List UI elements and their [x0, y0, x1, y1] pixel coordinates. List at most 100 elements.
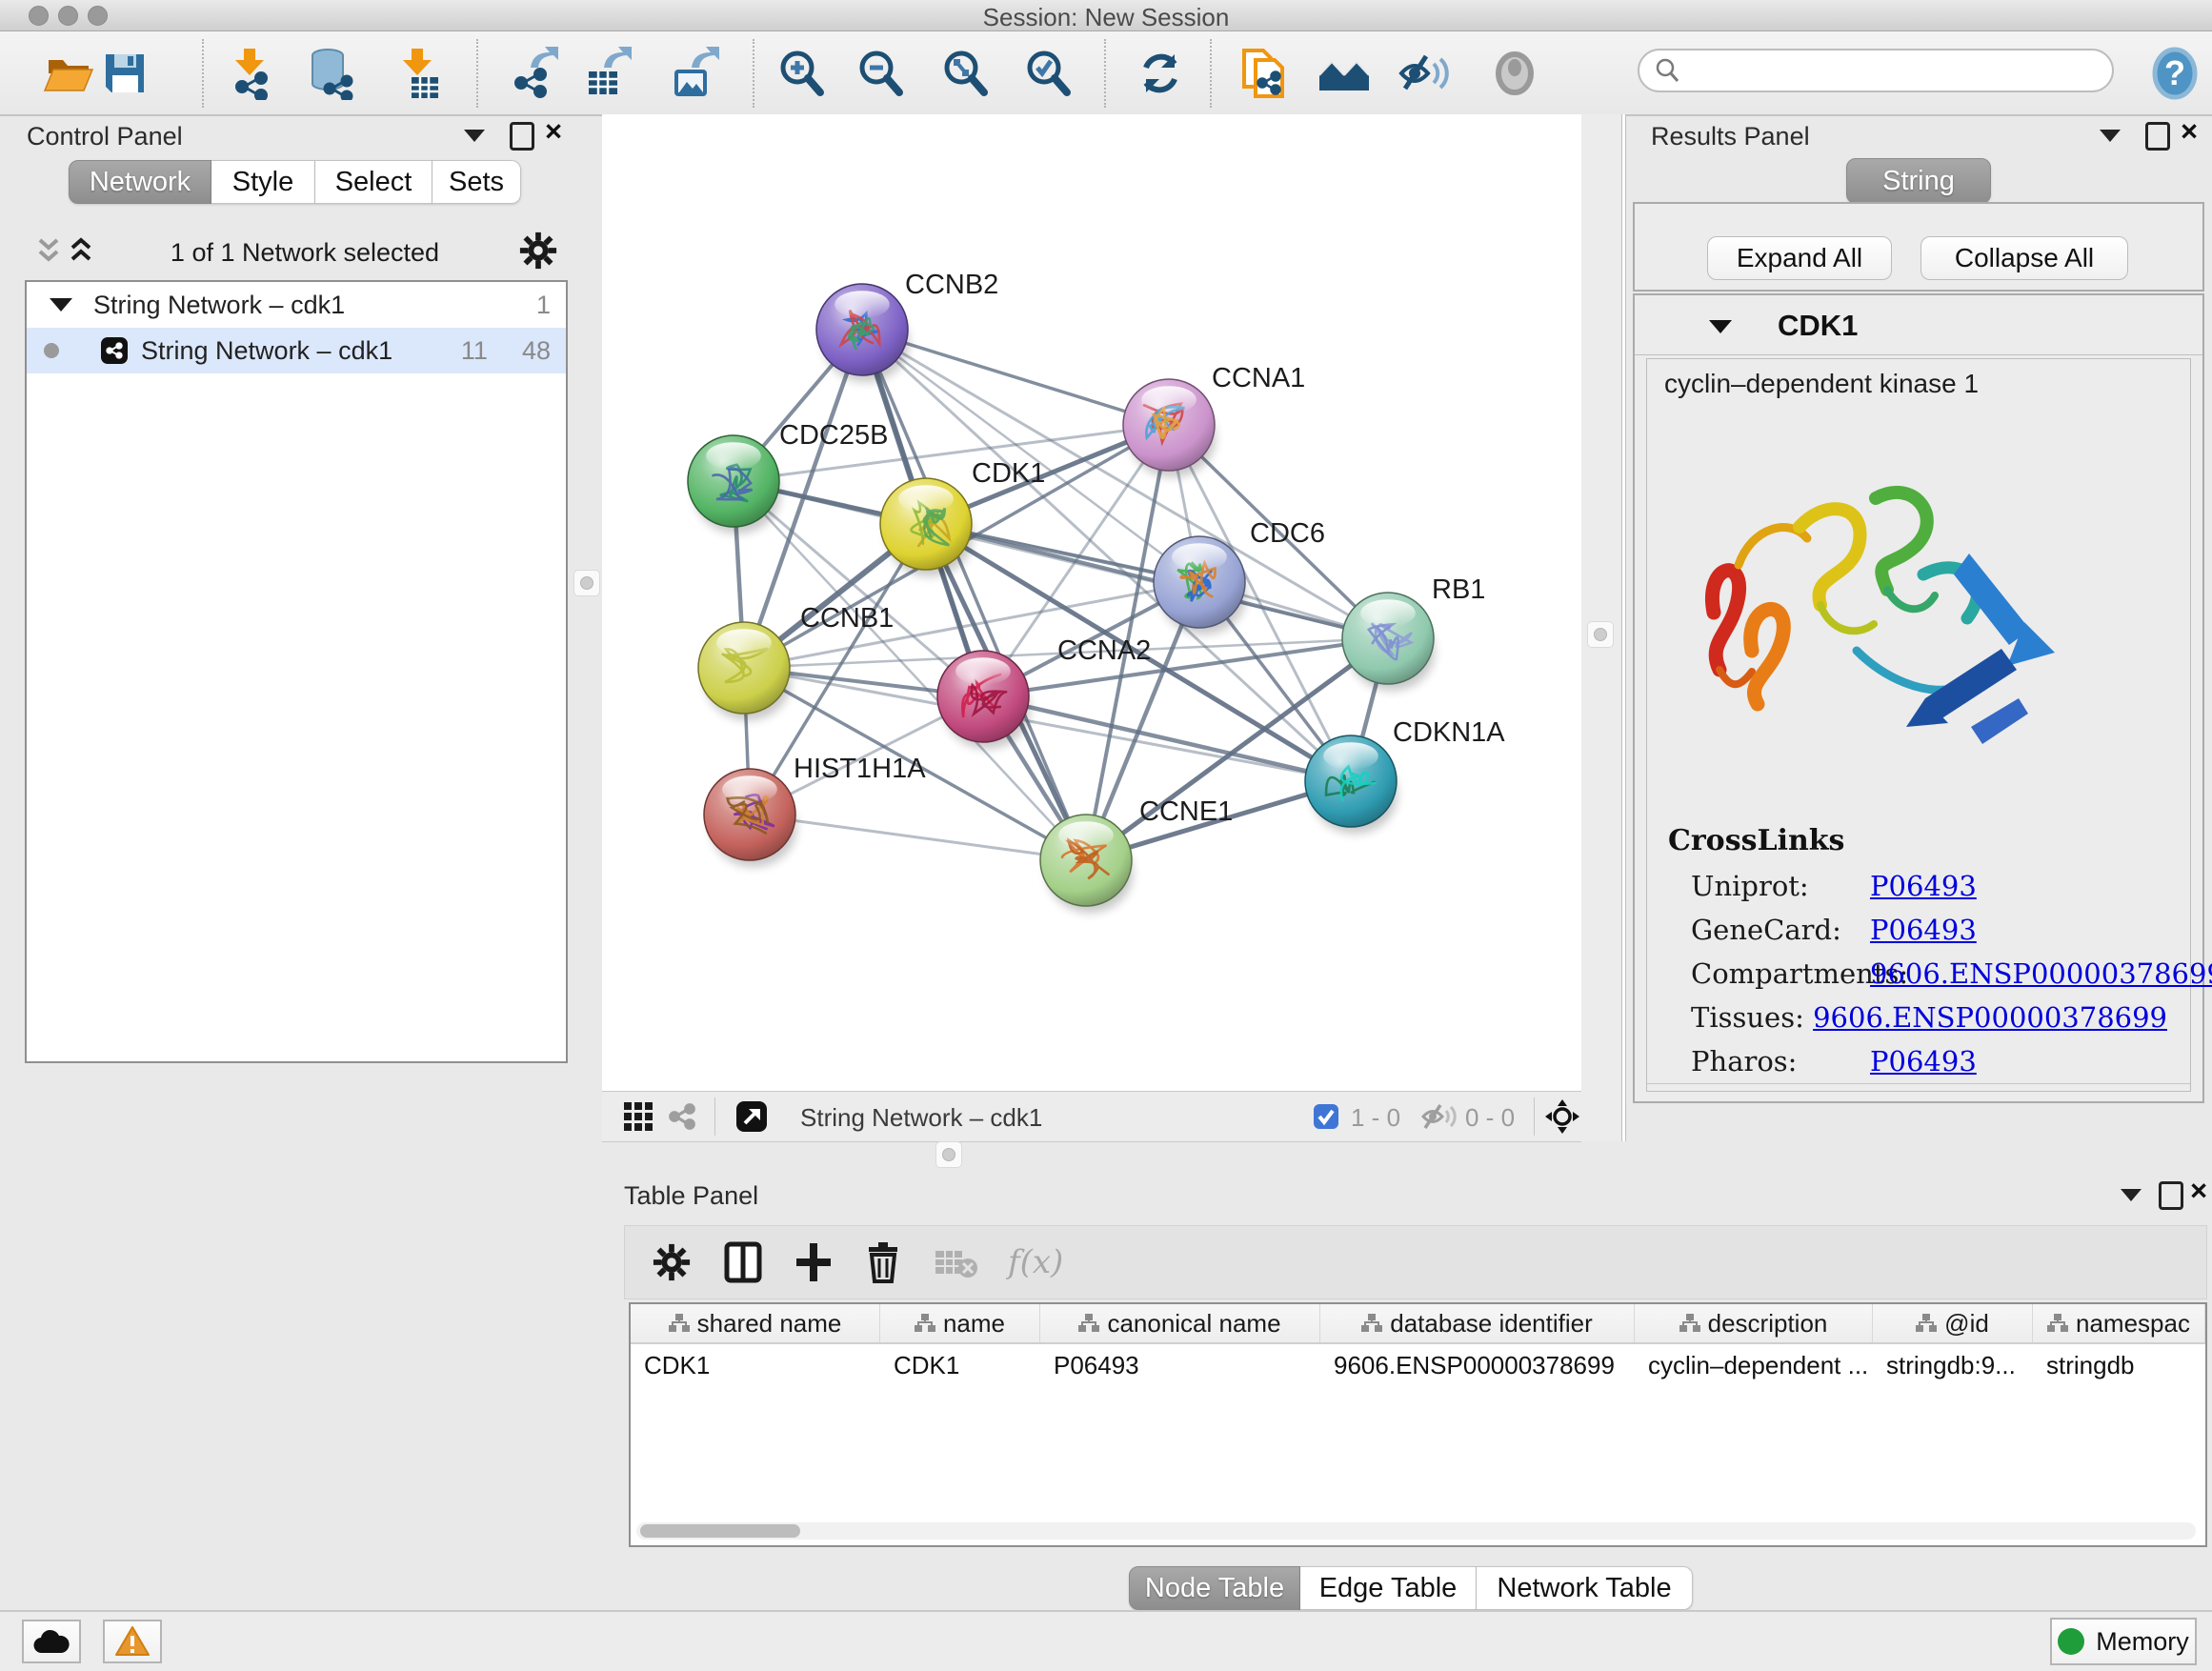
node-CDKN1A[interactable]: CDKN1A — [1305, 717, 1505, 834]
collapse-all-networks-icon[interactable] — [36, 234, 61, 267]
duplicate-network-icon[interactable] — [1237, 47, 1290, 100]
bottom-splitter-handle[interactable] — [935, 1141, 962, 1168]
import-network-icon[interactable] — [223, 47, 276, 100]
node-HIST1H1A[interactable]: HIST1H1A — [704, 754, 926, 867]
table-cell[interactable]: cyclin–dependent ... — [1635, 1351, 1873, 1380]
results-panel-close-icon[interactable]: × — [2181, 120, 2198, 143]
open-session-icon[interactable] — [42, 47, 95, 100]
table-cell[interactable]: 9606.ENSP00000378699 — [1320, 1351, 1635, 1380]
expand-all-networks-icon[interactable] — [69, 234, 93, 267]
table-cell[interactable]: stringdb:9... — [1873, 1351, 2033, 1380]
help-icon[interactable]: ? — [2148, 47, 2202, 100]
node-CCNE1[interactable]: CCNE1 — [1040, 796, 1233, 913]
tab-network[interactable]: Network — [69, 160, 211, 204]
node-count: 11 — [461, 336, 488, 366]
string-home-icon[interactable] — [1317, 47, 1371, 100]
table-gear-icon[interactable] — [652, 1242, 692, 1282]
fit-content-crosshair-icon[interactable] — [1545, 1099, 1579, 1134]
refresh-icon[interactable] — [1134, 47, 1187, 100]
network-row-selected[interactable]: String Network – cdk1 11 48 — [27, 328, 566, 373]
tab-edge-table[interactable]: Edge Table — [1300, 1566, 1477, 1610]
zoom-fit-icon[interactable] — [938, 47, 992, 100]
cloud-icon — [32, 1628, 70, 1655]
table-cell[interactable]: P06493 — [1040, 1351, 1320, 1380]
results-panel-collapse-icon[interactable] — [2100, 130, 2121, 142]
memory-button[interactable]: Memory — [2050, 1618, 2197, 1665]
control-panel-float-icon[interactable] — [510, 122, 534, 151]
node-CCNA1[interactable]: CCNA1 — [1123, 363, 1305, 477]
import-database-icon[interactable] — [303, 47, 356, 100]
tab-network-table[interactable]: Network Table — [1477, 1566, 1693, 1610]
tab-sets[interactable]: Sets — [432, 160, 521, 204]
horizontal-scrollbar[interactable] — [636, 1522, 2196, 1540]
right-splitter-handle[interactable] — [1587, 621, 1614, 648]
column-header-namespac[interactable]: namespac — [2033, 1304, 2205, 1342]
crosslink-link[interactable]: P06493 — [1870, 1045, 1977, 1077]
tree-expand-icon[interactable] — [50, 298, 72, 312]
scrollbar-thumb[interactable] — [640, 1524, 800, 1538]
save-session-icon[interactable] — [98, 47, 151, 100]
control-panel-close-icon[interactable]: × — [545, 120, 562, 143]
table-panel-close-icon[interactable]: × — [2190, 1179, 2207, 1202]
tab-select[interactable]: Select — [315, 160, 432, 204]
crosslink-row: Tissues:9606.ENSP00000378699 — [1691, 996, 2167, 1039]
table-cell[interactable]: CDK1 — [631, 1351, 880, 1380]
collapse-all-button[interactable]: Collapse All — [1920, 236, 2128, 280]
network-options-gear-icon[interactable] — [518, 231, 558, 271]
zoom-selected-icon[interactable] — [1021, 47, 1075, 100]
node-RB1[interactable]: RB1 — [1342, 574, 1485, 691]
column-header-label: namespac — [2076, 1309, 2190, 1339]
table-cell[interactable]: stringdb — [2033, 1351, 2205, 1380]
column-header-shared-name[interactable]: shared name — [631, 1304, 880, 1342]
zoom-out-icon[interactable] — [854, 47, 907, 100]
crosslink-link[interactable]: P06493 — [1870, 914, 1977, 946]
column-header-description[interactable]: description — [1635, 1304, 1873, 1342]
table-row[interactable]: CDK1CDK1P064939606.ENSP00000378699cyclin… — [631, 1344, 2205, 1386]
crosslink-link[interactable]: P06493 — [1870, 870, 1977, 902]
grid-view-icon[interactable] — [623, 1101, 654, 1132]
tab-style[interactable]: Style — [211, 160, 315, 204]
hidden-eye-icon[interactable] — [1421, 1101, 1458, 1132]
search-input[interactable] — [1681, 55, 2095, 87]
control-panel-collapse-icon[interactable] — [464, 130, 485, 142]
column-header-name[interactable]: name — [880, 1304, 1040, 1342]
add-column-icon[interactable] — [724, 1241, 762, 1283]
export-table-icon[interactable] — [579, 47, 633, 100]
network-share-icon[interactable] — [667, 1101, 697, 1132]
column-header-database-identifier[interactable]: database identifier — [1320, 1304, 1635, 1342]
import-table-icon[interactable] — [391, 47, 444, 100]
results-panel-float-icon[interactable] — [2145, 122, 2170, 151]
network-canvas[interactable]: CCNB2CCNA1CDC25BCDK1CDC6RB1CCNB1CCNA2CDK… — [602, 114, 1581, 1091]
table-panel-float-icon[interactable] — [2159, 1181, 2183, 1210]
tab-node-table[interactable]: Node Table — [1129, 1566, 1300, 1610]
gene-collapse-icon[interactable] — [1709, 320, 1732, 333]
zoom-in-icon[interactable] — [774, 47, 828, 100]
column-type-icon — [1916, 1314, 1937, 1333]
add-row-icon[interactable] — [794, 1241, 833, 1283]
cloud-button[interactable] — [22, 1620, 81, 1663]
warning-button[interactable] — [103, 1620, 162, 1663]
export-network-icon[interactable] — [506, 47, 559, 100]
left-splitter-handle[interactable] — [573, 570, 600, 596]
network-collection-row[interactable]: String Network – cdk1 1 — [27, 282, 566, 328]
expand-all-button[interactable]: Expand All — [1707, 236, 1892, 280]
crosslink-link[interactable]: 9606.ENSP00000378699 — [1870, 957, 2212, 990]
column-header--id[interactable]: @id — [1873, 1304, 2033, 1342]
node-label-CCNA2: CCNA2 — [1057, 635, 1151, 666]
network-graph[interactable]: CCNB2CCNA1CDC25BCDK1CDC6RB1CCNB1CCNA2CDK… — [602, 114, 1581, 1091]
tab-string[interactable]: String — [1846, 158, 1991, 204]
column-header-canonical-name[interactable]: canonical name — [1040, 1304, 1320, 1342]
export-image-icon[interactable] — [667, 47, 720, 100]
show-hide-icon[interactable] — [1398, 47, 1451, 100]
selected-checkbox-icon[interactable] — [1313, 1103, 1339, 1130]
edge-count: 48 — [522, 336, 551, 366]
edge-HIST1H1A-CCNE1[interactable] — [750, 815, 1086, 860]
results-actions-box: Expand All Collapse All — [1633, 202, 2204, 292]
table-cell[interactable]: CDK1 — [880, 1351, 1040, 1380]
node-CDK1[interactable]: CDK1 — [880, 458, 1045, 576]
open-in-window-icon[interactable] — [735, 1100, 768, 1133]
table-panel-collapse-icon[interactable] — [2121, 1189, 2142, 1201]
node-CDC25B[interactable]: CDC25B — [688, 420, 888, 534]
delete-icon[interactable] — [865, 1241, 901, 1283]
crosslink-link[interactable]: 9606.ENSP00000378699 — [1813, 1001, 2167, 1034]
